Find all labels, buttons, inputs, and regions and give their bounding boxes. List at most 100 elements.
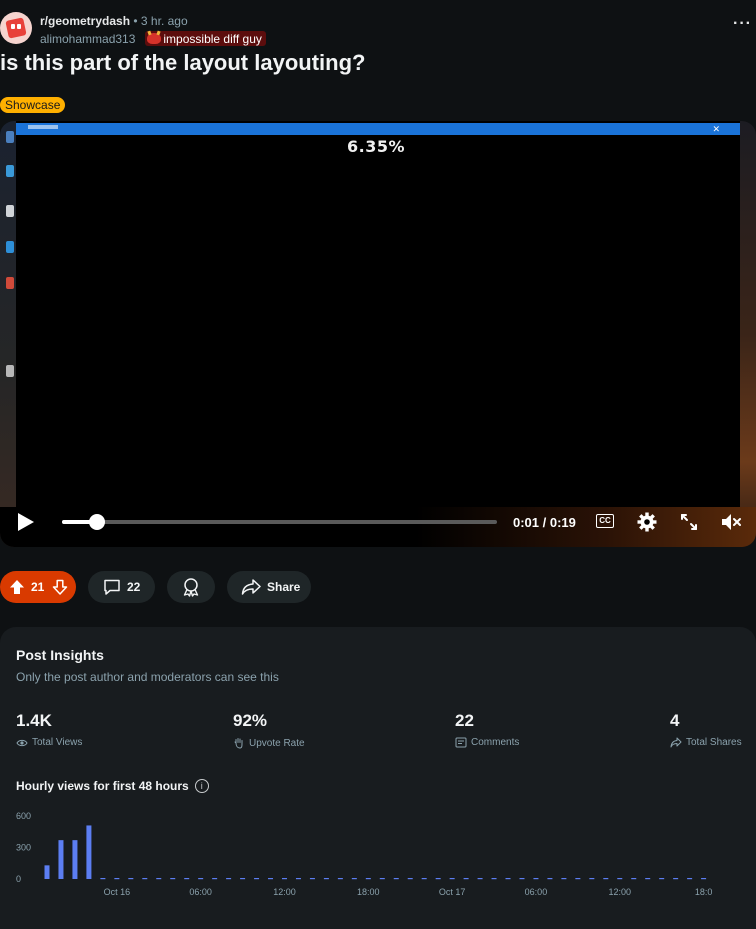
chart-bar-zero <box>226 878 232 880</box>
upvote-arrow-icon[interactable] <box>9 579 25 595</box>
chart-bar-zero <box>617 878 623 880</box>
captions-button[interactable]: CC <box>596 514 614 528</box>
stat-upvote-rate: 92% Upvote Rate <box>233 711 305 749</box>
chart-bar[interactable] <box>86 825 92 879</box>
fullscreen-expand-icon[interactable] <box>680 513 698 531</box>
chart-bar-zero <box>673 878 679 880</box>
share-label: Share <box>267 580 301 594</box>
stat-label-row: Total Shares <box>670 737 742 748</box>
play-icon[interactable] <box>18 513 34 531</box>
desktop-icon <box>6 241 14 253</box>
desktop-icon <box>6 131 14 143</box>
comments-button[interactable]: 22 <box>88 571 155 603</box>
chart-bar-zero <box>100 878 106 880</box>
chart-bar-zero <box>351 878 357 880</box>
chart-bar-zero <box>337 878 343 880</box>
x-tick-label: 18:00 <box>357 887 380 897</box>
avatar-eye-right <box>17 24 21 29</box>
game-window-title <box>28 125 58 129</box>
stat-label: Total Shares <box>686 737 742 748</box>
chart-bar-zero <box>268 878 274 880</box>
muted-speaker-icon[interactable] <box>721 513 741 531</box>
x-tick-label: 18:0 <box>695 887 713 897</box>
author-name[interactable]: alimohammad313 <box>40 32 135 46</box>
chart-bar-zero <box>281 878 287 880</box>
settings-gear-icon[interactable] <box>637 512 657 532</box>
avatar-face-shape <box>5 17 27 39</box>
vote-button-group: 21 <box>0 571 76 603</box>
chart-bar-zero <box>114 878 120 880</box>
chart-bar-zero <box>240 878 246 880</box>
chart-bar-zero <box>449 878 455 880</box>
author-line: alimohammad313 impossible diff guy <box>40 31 266 46</box>
video-seek-knob[interactable] <box>88 514 105 530</box>
chart-bar-zero <box>519 878 525 880</box>
award-button[interactable] <box>167 571 215 603</box>
chart-bar-zero <box>589 878 595 880</box>
desktop-icon <box>6 365 14 377</box>
stat-label-row: Comments <box>455 737 519 748</box>
chart-bar[interactable] <box>58 840 64 879</box>
chart-bar-zero <box>701 878 707 880</box>
post-header: r/geometrydash • 3 hr. ago alimohammad31… <box>0 10 756 46</box>
stat-label-row: Upvote Rate <box>233 737 305 749</box>
chart-bar-zero <box>407 878 413 880</box>
post-time-sep: • <box>133 14 141 28</box>
desktop-icon <box>6 165 14 177</box>
stat-value: 1.4K <box>16 711 52 730</box>
stat-label: Upvote Rate <box>249 737 305 749</box>
share-arrow-icon <box>241 579 261 595</box>
insights-title: Post Insights <box>16 647 104 663</box>
x-tick-label: 12:00 <box>609 887 632 897</box>
downvote-arrow-icon[interactable] <box>52 579 68 595</box>
eye-icon <box>16 739 28 746</box>
stat-total-shares: 4 Total Shares <box>670 711 742 748</box>
chart-bar-zero <box>128 878 134 880</box>
chart-bar-zero <box>323 878 329 880</box>
chart-bar-zero <box>477 878 483 880</box>
level-progress-percent: 6.35% <box>347 137 406 156</box>
video-player[interactable]: ✕ 6.35% <box>0 121 756 547</box>
share-button[interactable]: Share <box>227 571 311 603</box>
chart-bar-zero <box>547 878 553 880</box>
stat-label: Comments <box>471 737 520 748</box>
chart-bar-zero <box>561 878 567 880</box>
user-flair: impossible diff guy <box>145 31 266 46</box>
chart-bar-zero <box>491 878 497 880</box>
info-icon[interactable]: i <box>194 779 209 793</box>
share-icon <box>670 737 682 748</box>
close-icon: ✕ <box>712 124 720 134</box>
subreddit-name[interactable]: r/geometrydash <box>40 14 130 28</box>
chart-title-row: Hourly views for first 48 hours i <box>16 779 209 793</box>
chart-bar-zero <box>156 878 162 880</box>
subreddit-avatar[interactable] <box>0 12 32 44</box>
subreddit-line: r/geometrydash • 3 hr. ago <box>40 14 188 28</box>
stat-label-row: Total Views <box>16 737 82 748</box>
video-seek-bar[interactable] <box>62 520 497 524</box>
chart-bar-zero <box>379 878 385 880</box>
desktop-icon <box>6 277 14 289</box>
chart-bar-zero <box>575 878 581 880</box>
chart-bar-zero <box>295 878 301 880</box>
chart-bar-zero <box>687 878 693 880</box>
chart-bar-zero <box>631 878 637 880</box>
video-background-strip-right <box>740 121 756 547</box>
post-actions: 21 22 Share <box>0 571 756 603</box>
chart-bar[interactable] <box>72 840 78 879</box>
game-window-titlebar: ✕ <box>16 123 740 135</box>
x-tick-label: 12:00 <box>273 887 296 897</box>
more-options-button[interactable]: ··· <box>733 16 752 32</box>
chart-bar-zero <box>533 878 539 880</box>
video-desktop-strip-left <box>0 121 16 547</box>
x-tick-label: Oct 16 <box>104 887 131 897</box>
vote-count: 21 <box>31 580 45 594</box>
user-flair-text: impossible diff guy <box>163 31 262 46</box>
stat-label: Total Views <box>32 737 83 748</box>
chart-bar-zero <box>603 878 609 880</box>
stat-value: 22 <box>455 711 474 730</box>
post-flair-tag[interactable]: Showcase <box>0 97 66 113</box>
chart-bar[interactable] <box>44 865 50 879</box>
chart-bar-zero <box>365 878 371 880</box>
video-time: 0:01 / 0:19 <box>513 515 576 530</box>
desktop-icon <box>6 205 14 217</box>
